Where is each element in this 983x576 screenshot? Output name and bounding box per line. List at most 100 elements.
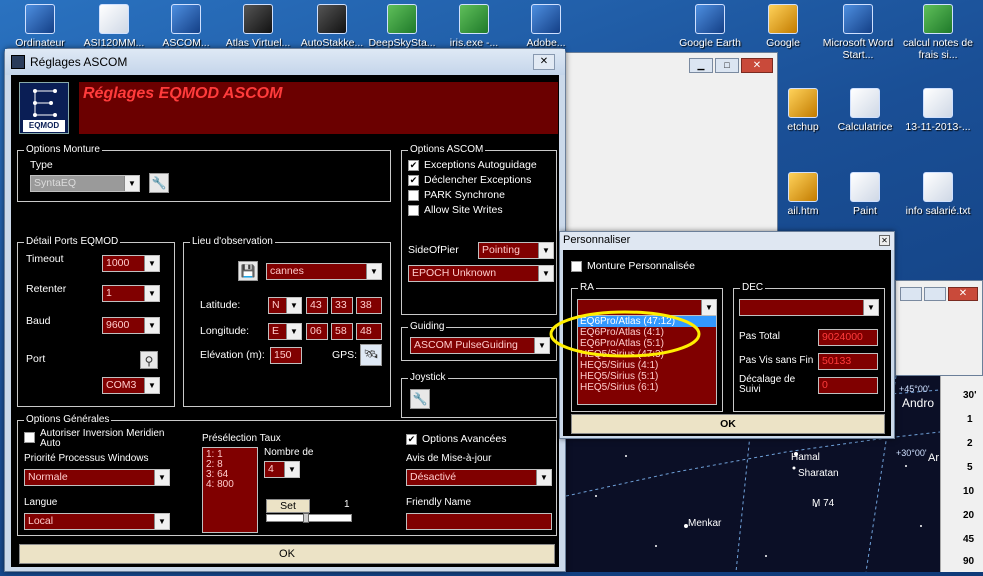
retry-select[interactable]: 1 ▼: [102, 285, 160, 302]
zoom-value[interactable]: 45: [963, 534, 974, 545]
latitude-hemisphere-select[interactable]: N ▼: [268, 297, 302, 314]
longitude-hemisphere-select[interactable]: E ▼: [268, 323, 302, 340]
advanced-options-checkbox[interactable]: ✔ Options Avancées: [406, 433, 506, 445]
longitude-label: Longitude:: [200, 325, 250, 337]
timeout-select[interactable]: 1000 ▼: [102, 255, 160, 272]
site-select[interactable]: cannes ▼: [266, 263, 382, 280]
latitude-seconds-input[interactable]: 38: [356, 297, 382, 314]
priority-select[interactable]: Normale ▼: [24, 469, 170, 486]
zoom-value[interactable]: 2: [967, 438, 973, 449]
update-notice-label: Avis de Mise-à-jour: [406, 453, 492, 464]
google-sketchup-icon[interactable]: Google: [746, 4, 820, 49]
atlas-virtuel-icon[interactable]: Atlas Virtuel...: [220, 4, 296, 49]
group-legend: Options Générales: [24, 414, 112, 426]
timeout-label: Timeout: [26, 253, 64, 265]
sketchup-file-icon[interactable]: etchup: [778, 88, 828, 133]
ascom-icon[interactable]: ASCOM...: [148, 4, 224, 49]
ok-button[interactable]: OK: [571, 414, 885, 434]
close-icon[interactable]: ✕: [948, 287, 978, 301]
elevation-input[interactable]: 150: [270, 347, 302, 364]
calculator-icon[interactable]: Calculatrice: [827, 88, 903, 133]
window-titlebar[interactable]: Réglages ASCOM ✕: [5, 49, 565, 75]
group-legend: Lieu d'observation: [190, 236, 275, 248]
dropdown-option[interactable]: HEQ5/Sirius (5:1): [578, 371, 716, 382]
wrench-icon[interactable]: 🔧: [410, 389, 430, 409]
excel-notes-icon[interactable]: calcul notes de frais si...: [898, 4, 978, 61]
iris-icon[interactable]: iris.exe -...: [436, 4, 512, 49]
close-icon[interactable]: ✕: [533, 54, 555, 70]
auto-meridian-flip-checkbox[interactable]: Autoriser Inversion Meridien Auto: [24, 429, 180, 449]
close-icon[interactable]: ✕: [741, 58, 773, 73]
computer-icon[interactable]: Ordinateur: [2, 4, 78, 49]
paint-icon[interactable]: Paint: [827, 172, 903, 217]
tracking-offset-input[interactable]: 0: [818, 377, 878, 394]
highlight-ellipse: [549, 310, 701, 358]
list-item[interactable]: 4: 800: [206, 480, 254, 490]
dec-select[interactable]: ▼: [739, 299, 879, 316]
slider-thumb[interactable]: [303, 513, 309, 523]
sideofpier-select[interactable]: Pointing ▼: [478, 242, 554, 259]
epoch-select[interactable]: EPOCH Unknown ▼: [408, 265, 554, 282]
ok-button[interactable]: OK: [19, 544, 555, 564]
maximize-icon[interactable]: [924, 287, 946, 301]
sky-label: Sharatan: [798, 468, 839, 479]
baud-select[interactable]: 9600 ▼: [102, 317, 160, 334]
html-file-icon[interactable]: ail.htm: [778, 172, 828, 217]
custom-mount-checkbox[interactable]: Monture Personnalisée: [571, 260, 695, 272]
longitude-seconds-input[interactable]: 48: [356, 323, 382, 340]
satellite-icon[interactable]: 🛰: [360, 344, 382, 366]
close-icon[interactable]: ✕: [879, 235, 890, 246]
worm-steps-input[interactable]: 50133: [818, 353, 878, 370]
rate-slider[interactable]: [266, 513, 352, 523]
zoom-value[interactable]: 90: [963, 556, 974, 567]
sky-label: M 74: [812, 498, 835, 509]
trigger-exceptions-checkbox[interactable]: ✔ Déclencher Exceptions: [408, 174, 531, 186]
port-select[interactable]: COM3 ▼: [102, 377, 160, 394]
binoculars-icon[interactable]: ⚲: [140, 351, 158, 369]
logo-text: EQMOD: [23, 120, 65, 132]
minimize-icon[interactable]: [900, 287, 922, 301]
adobe-icon[interactable]: Adobe...: [508, 4, 584, 49]
dialog-titlebar[interactable]: Personnaliser ✕: [560, 232, 894, 250]
maximize-icon[interactable]: □: [715, 58, 739, 73]
allow-site-writes-checkbox[interactable]: Allow Site Writes: [408, 204, 503, 216]
save-icon[interactable]: 💾: [238, 261, 258, 281]
zoom-value[interactable]: 5: [967, 462, 973, 473]
word-starter-icon[interactable]: Microsoft Word Start...: [820, 4, 896, 61]
dropdown-option[interactable]: HEQ5/Sirius (6:1): [578, 382, 716, 393]
autostakkert-icon[interactable]: AutoStakke...: [294, 4, 370, 49]
park-synchrone-checkbox[interactable]: PARK Synchrone: [408, 189, 505, 201]
zoom-value[interactable]: 30': [963, 390, 977, 401]
mount-type-select[interactable]: SyntaEQ ▼: [30, 175, 140, 192]
latitude-degrees-input[interactable]: 43: [306, 297, 328, 314]
guiding-select[interactable]: ASCOM PulseGuiding ▼: [410, 337, 550, 354]
zoom-value[interactable]: 1: [967, 414, 973, 425]
dropdown-option[interactable]: HEQ5/Sirius (4:1): [578, 360, 716, 371]
chevron-down-icon: ▼: [366, 264, 381, 279]
zoom-value[interactable]: 20: [963, 510, 974, 521]
latitude-minutes-input[interactable]: 33: [331, 297, 353, 314]
language-select[interactable]: Local ▼: [24, 513, 170, 530]
longitude-minutes-input[interactable]: 58: [331, 323, 353, 340]
exceptions-autoguiding-checkbox[interactable]: ✔ Exceptions Autoguidage: [408, 159, 537, 171]
deepskystacker-icon[interactable]: DeepSkySta...: [364, 4, 440, 49]
set-button[interactable]: Set: [266, 499, 310, 513]
update-notice-select[interactable]: Désactivé ▼: [406, 469, 552, 486]
rate-preset-list[interactable]: 1: 1 2: 8 3: 64 4: 800: [202, 447, 258, 533]
google-earth-icon[interactable]: Google Earth: [672, 4, 748, 49]
sky-label: +45°00': [899, 384, 930, 394]
longitude-degrees-input[interactable]: 06: [306, 323, 328, 340]
zoom-value[interactable]: 10: [963, 486, 974, 497]
date-file-icon[interactable]: 13-11-2013-...: [898, 88, 978, 133]
count-select[interactable]: 4 ▼: [264, 461, 300, 478]
retry-label: Retenter: [26, 283, 67, 295]
gps-label: GPS:: [332, 349, 358, 361]
minimize-icon[interactable]: ▁: [689, 58, 713, 73]
wrench-icon[interactable]: 🔧: [149, 173, 169, 193]
total-steps-input[interactable]: 9024000: [818, 329, 878, 346]
text-file-icon[interactable]: info salarié.txt: [898, 172, 978, 217]
chevron-down-icon: ▼: [144, 378, 159, 393]
observation-site-group: Lieu d'observation 💾 cannes ▼ Latitude: N…: [183, 236, 391, 407]
asi120mm-icon[interactable]: ASI120MM...: [76, 4, 152, 49]
friendly-name-input[interactable]: [406, 513, 552, 530]
